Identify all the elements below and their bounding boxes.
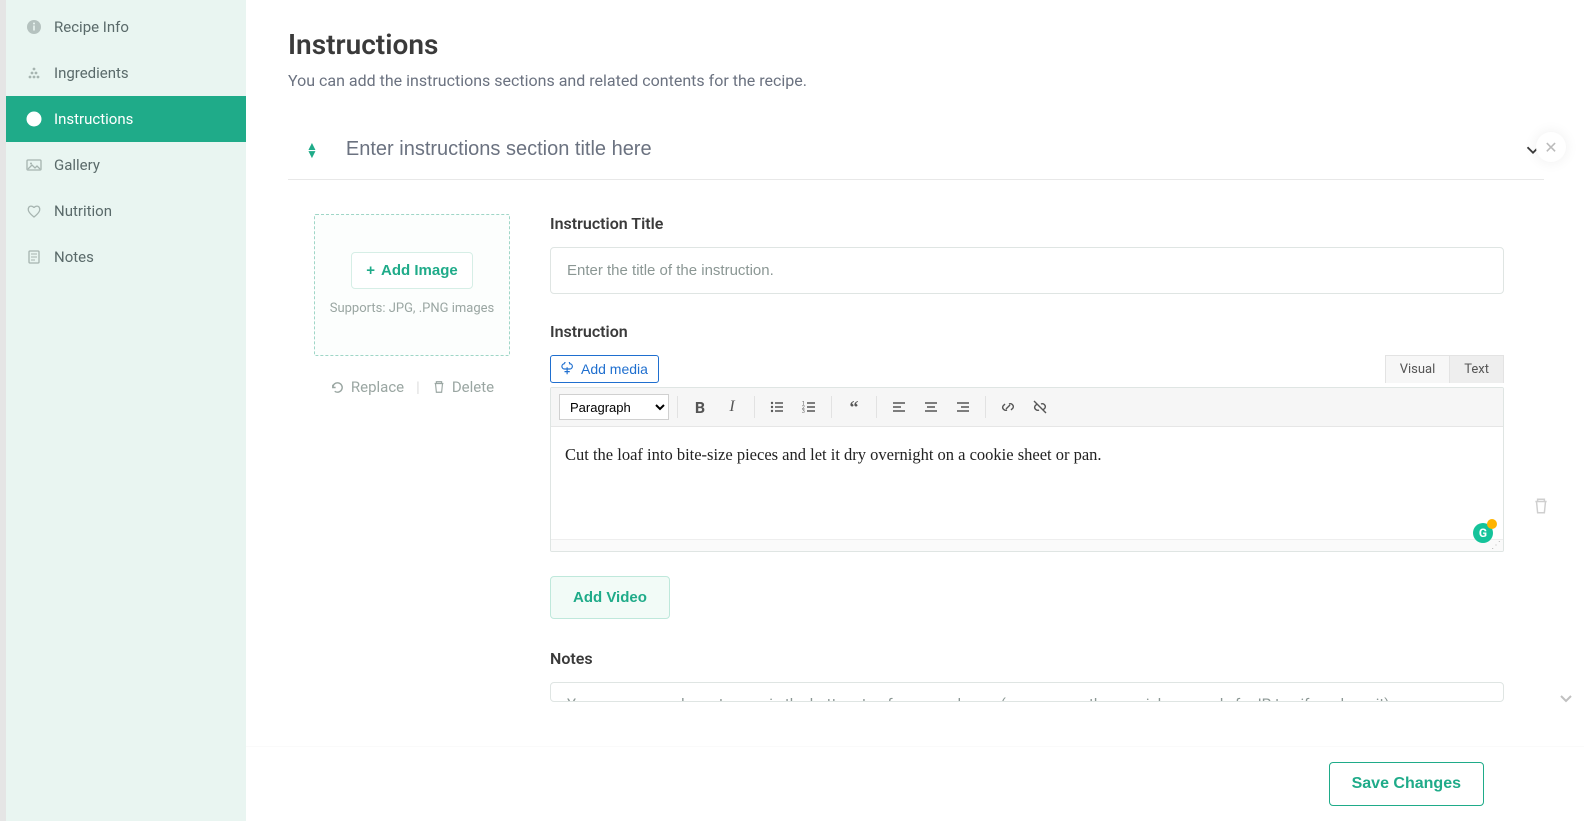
plus-icon: + bbox=[366, 262, 375, 279]
sidebar-item-nutrition[interactable]: Nutrition bbox=[6, 188, 246, 234]
sidebar-item-label: Recipe Info bbox=[54, 18, 129, 36]
tab-visual[interactable]: Visual bbox=[1385, 355, 1451, 383]
refresh-icon bbox=[330, 380, 345, 395]
list-ul-icon bbox=[769, 399, 785, 415]
bulleted-list-button[interactable] bbox=[763, 394, 791, 420]
editor-content[interactable]: Cut the loaf into bite-size pieces and l… bbox=[551, 427, 1503, 539]
grammarly-icon[interactable]: G bbox=[1473, 523, 1493, 543]
tab-text[interactable]: Text bbox=[1450, 355, 1504, 383]
ingredients-icon bbox=[26, 65, 42, 81]
resize-handle[interactable]: ⋰ bbox=[551, 539, 1503, 551]
image-hint: Supports: JPG, .PNG images bbox=[322, 299, 503, 319]
main-panel: Instructions You can add the instruction… bbox=[246, 0, 1584, 746]
editor-wrap: Add media Visual Text Paragraph B I bbox=[550, 355, 1504, 552]
notes-label: Notes bbox=[550, 649, 1504, 668]
sidebar-item-gallery[interactable]: Gallery bbox=[6, 142, 246, 188]
delete-image-button[interactable]: Delete bbox=[432, 378, 494, 396]
sidebar: Recipe Info Ingredients Instructions Gal… bbox=[6, 0, 246, 821]
footer-bar: Save Changes bbox=[246, 746, 1584, 821]
numbered-list-button[interactable]: 123 bbox=[795, 394, 823, 420]
italic-icon: I bbox=[729, 398, 734, 416]
notes-preview: You can use parchment paper in the botto… bbox=[550, 682, 1504, 702]
list-ol-icon: 123 bbox=[801, 399, 817, 415]
sidebar-item-recipe-info[interactable]: Recipe Info bbox=[6, 4, 246, 50]
link-button[interactable] bbox=[994, 394, 1022, 420]
add-image-label: Add Image bbox=[381, 262, 458, 279]
sidebar-item-label: Nutrition bbox=[54, 202, 112, 220]
blockquote-button[interactable]: “ bbox=[840, 394, 868, 420]
sidebar-item-label: Instructions bbox=[54, 110, 133, 128]
bold-button[interactable]: B bbox=[686, 394, 714, 420]
section-header: ▲ ▼ bbox=[288, 128, 1544, 180]
sidebar-item-label: Notes bbox=[54, 248, 94, 266]
arrow-circle-icon bbox=[26, 111, 42, 127]
align-right-icon bbox=[955, 399, 971, 415]
image-dropzone[interactable]: + Add Image Supports: JPG, .PNG images bbox=[314, 214, 510, 356]
fields-column: Instruction Title Instruction Add media … bbox=[550, 214, 1504, 702]
editor-tabs: Visual Text bbox=[1385, 355, 1504, 383]
unlink-icon bbox=[1032, 399, 1048, 415]
instruction-title-input[interactable] bbox=[550, 247, 1504, 294]
sidebar-item-notes[interactable]: Notes bbox=[6, 234, 246, 280]
link-icon bbox=[1000, 399, 1016, 415]
add-video-button[interactable]: Add Video bbox=[550, 576, 670, 619]
italic-button[interactable]: I bbox=[718, 394, 746, 420]
image-column: + Add Image Supports: JPG, .PNG images R… bbox=[314, 214, 510, 702]
delete-instruction-button[interactable] bbox=[1532, 497, 1550, 519]
align-right-button[interactable] bbox=[949, 394, 977, 420]
info-icon bbox=[26, 19, 42, 35]
sidebar-item-ingredients[interactable]: Ingredients bbox=[6, 50, 246, 96]
document-icon bbox=[26, 249, 42, 265]
align-left-button[interactable] bbox=[885, 394, 913, 420]
sort-handle[interactable]: ▲ ▼ bbox=[306, 142, 318, 158]
page-title: Instructions bbox=[288, 28, 1544, 61]
heart-pulse-icon bbox=[26, 203, 42, 219]
add-media-button[interactable]: Add media bbox=[550, 355, 659, 383]
media-icon bbox=[561, 362, 575, 376]
instruction-title-label: Instruction Title bbox=[550, 214, 1504, 233]
rich-editor: Paragraph B I 123 bbox=[550, 387, 1504, 552]
align-center-button[interactable] bbox=[917, 394, 945, 420]
sidebar-item-label: Gallery bbox=[54, 156, 100, 174]
chevron-down-icon bbox=[1558, 690, 1574, 706]
svg-text:3: 3 bbox=[802, 409, 805, 415]
sidebar-item-instructions[interactable]: Instructions bbox=[6, 96, 246, 142]
format-select[interactable]: Paragraph bbox=[559, 394, 669, 420]
instruction-label: Instruction bbox=[550, 322, 1504, 341]
bold-icon: B bbox=[695, 398, 705, 417]
image-actions: Replace | Delete bbox=[314, 378, 510, 396]
quote-icon: “ bbox=[850, 398, 859, 416]
page-subtitle: You can add the instructions sections an… bbox=[288, 71, 1544, 90]
close-icon: ✕ bbox=[1544, 138, 1557, 157]
trash-icon bbox=[432, 380, 446, 394]
replace-image-button[interactable]: Replace bbox=[330, 378, 404, 396]
caret-down-icon: ▼ bbox=[306, 150, 318, 158]
align-center-icon bbox=[923, 399, 939, 415]
trash-icon bbox=[1532, 497, 1550, 515]
add-image-button[interactable]: + Add Image bbox=[351, 252, 472, 289]
sidebar-item-label: Ingredients bbox=[54, 64, 129, 82]
scroll-down-indicator[interactable] bbox=[1558, 690, 1574, 710]
close-button[interactable]: ✕ bbox=[1536, 132, 1566, 162]
align-left-icon bbox=[891, 399, 907, 415]
editor-toolbar: Paragraph B I 123 bbox=[551, 388, 1503, 427]
instruction-body: + Add Image Supports: JPG, .PNG images R… bbox=[288, 214, 1544, 702]
unlink-button[interactable] bbox=[1026, 394, 1054, 420]
separator: | bbox=[416, 378, 420, 396]
section-title-input[interactable] bbox=[346, 138, 1494, 161]
save-changes-button[interactable]: Save Changes bbox=[1329, 762, 1484, 806]
image-icon bbox=[26, 157, 42, 173]
